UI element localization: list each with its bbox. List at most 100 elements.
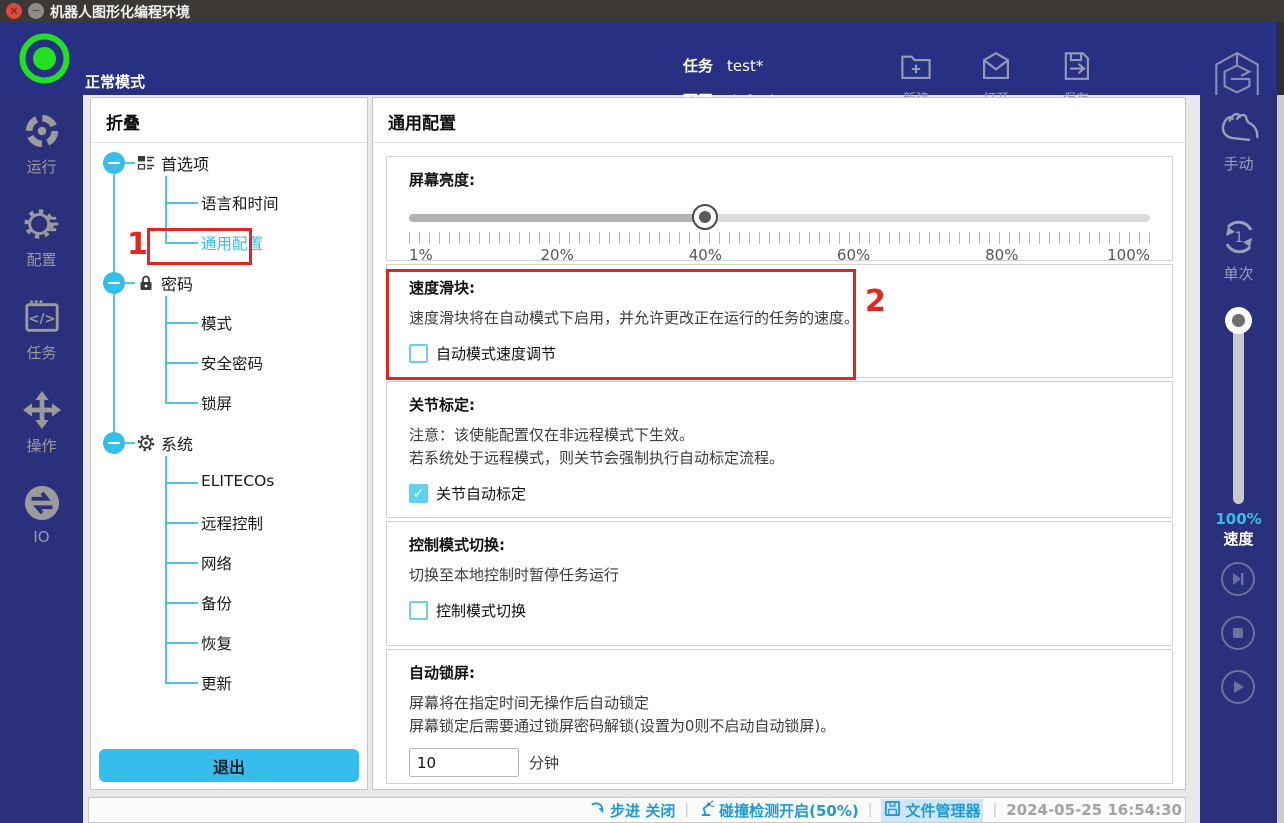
tree-group-0[interactable]: 首选项 bbox=[137, 151, 209, 175]
tree-group-1[interactable]: 密码 bbox=[137, 271, 193, 295]
tree-connector-line bbox=[125, 162, 135, 164]
stop-icon bbox=[1223, 633, 1253, 652]
lock-minutes-input[interactable] bbox=[409, 748, 519, 777]
minimize-icon[interactable]: − bbox=[28, 3, 44, 19]
sidebar-item-task[interactable]: </> 任务 bbox=[0, 298, 83, 368]
tree-item-恢复[interactable]: 恢复 bbox=[201, 632, 232, 654]
manual-mode-label: 手动 bbox=[1200, 153, 1277, 174]
speed-slider-track[interactable] bbox=[1233, 320, 1244, 504]
sidebar-item-label: 运行 bbox=[0, 156, 83, 177]
tree-item-远程控制[interactable]: 远程控制 bbox=[201, 512, 263, 534]
tree-connector-line bbox=[166, 202, 198, 204]
tree-connector-line bbox=[166, 242, 198, 244]
speed-percent: 100% bbox=[1200, 510, 1277, 528]
file-manager-icon bbox=[884, 800, 901, 821]
auto-lock-title: 自动锁屏: bbox=[409, 662, 1150, 683]
sidebar-item-io[interactable]: IO bbox=[0, 484, 83, 554]
joint-calibration-checkbox-row[interactable]: ✓ 关节自动标定 bbox=[409, 483, 1150, 504]
gear-icon bbox=[137, 434, 155, 452]
tree-connector-line bbox=[113, 163, 115, 443]
manual-mode-button[interactable]: 手动 bbox=[1200, 107, 1277, 174]
speed-slider-handle[interactable] bbox=[1225, 307, 1252, 334]
app-header: 正常模式 任务test* 配置default 新建打开保存 bbox=[0, 22, 1284, 95]
auto-lock-section: 自动锁屏: 屏幕将在指定时间无操作后自动锁定 屏幕锁定后需要通过锁屏密码解锁(设… bbox=[386, 649, 1173, 784]
separator: | bbox=[684, 802, 689, 818]
file-manager-button[interactable]: 文件管理器 bbox=[881, 799, 983, 822]
tick-label: 100% bbox=[1107, 246, 1150, 264]
auto-lock-desc1: 屏幕将在指定时间无操作后自动锁定 bbox=[409, 692, 1150, 715]
svg-text:1: 1 bbox=[1234, 230, 1243, 246]
tick-label: 80% bbox=[985, 246, 1018, 264]
brightness-track[interactable] bbox=[409, 214, 1150, 222]
stop-button[interactable] bbox=[1221, 616, 1255, 650]
general-config-panel: 通用配置 屏幕亮度: 1%20%40%60%80%100% 速度滑块: 速度滑块… bbox=[372, 97, 1186, 790]
control-mode-title: 控制模式切换: bbox=[409, 534, 1150, 555]
tree-item-安全密码[interactable]: 安全密码 bbox=[201, 352, 263, 374]
tick-label: 1% bbox=[409, 246, 433, 264]
svg-text:</>: </> bbox=[28, 312, 55, 327]
speed-slider-title: 速度滑块: bbox=[409, 277, 1150, 298]
tree-item-模式[interactable]: 模式 bbox=[201, 312, 232, 334]
tree-collapse-toggle[interactable] bbox=[103, 152, 125, 174]
tree-item-更新[interactable]: 更新 bbox=[201, 672, 232, 694]
file-manager-label: 文件管理器 bbox=[905, 800, 980, 821]
tree-connector-line bbox=[166, 402, 198, 404]
auto-speed-checkbox[interactable] bbox=[409, 344, 428, 363]
tree-item-ELITECOs[interactable]: ELITECOs bbox=[201, 472, 274, 490]
auto-lock-desc2: 屏幕锁定后需要通过锁屏密码解锁(设置为0则不启动自动锁屏)。 bbox=[409, 715, 1150, 738]
auto-speed-checkbox-label: 自动模式速度调节 bbox=[436, 343, 556, 364]
mode-label: 正常模式 bbox=[85, 71, 145, 92]
brightness-slider[interactable] bbox=[409, 204, 1150, 244]
step-mode-label: 步进 关闭 bbox=[610, 800, 675, 821]
open-file-icon bbox=[979, 68, 1013, 87]
left-sidebar: 运行配置</>任务操作IO 38EB bbox=[0, 95, 83, 823]
tree-collapse-toggle[interactable] bbox=[103, 272, 125, 294]
tree-group-label: 首选项 bbox=[161, 151, 209, 175]
tree-connector-line bbox=[166, 322, 198, 324]
sidebar-item-run[interactable]: 运行 bbox=[0, 112, 83, 182]
auto-speed-checkbox-row[interactable]: 自动模式速度调节 bbox=[409, 343, 1150, 364]
tree-connector-line bbox=[166, 602, 198, 604]
joint-calibration-checkbox[interactable]: ✓ bbox=[409, 484, 428, 503]
tree-collapse-toggle[interactable] bbox=[103, 432, 125, 454]
tree-item-语言和时间[interactable]: 语言和时间 bbox=[201, 192, 279, 214]
control-mode-checkbox-row[interactable]: 控制模式切换 bbox=[409, 600, 1150, 621]
divider bbox=[373, 142, 1185, 143]
sitemap-icon bbox=[137, 154, 155, 172]
exit-button[interactable]: 退出 bbox=[99, 749, 359, 782]
tree-connector-line bbox=[125, 282, 135, 284]
brightness-handle[interactable] bbox=[692, 204, 718, 230]
brightness-title: 屏幕亮度: bbox=[409, 169, 1150, 190]
tree-panel-title[interactable]: 折叠 bbox=[106, 109, 140, 134]
tree-item-锁屏[interactable]: 锁屏 bbox=[201, 392, 232, 414]
right-edge-strip bbox=[1277, 22, 1284, 95]
tree-group-label: 系统 bbox=[161, 431, 193, 455]
tree-item-网络[interactable]: 网络 bbox=[201, 552, 232, 574]
tree-group-2[interactable]: 系统 bbox=[137, 431, 193, 455]
sidebar-item-label: 任务 bbox=[0, 342, 83, 363]
play-button[interactable] bbox=[1221, 670, 1255, 704]
annotation-marker-1: 1 bbox=[127, 227, 148, 262]
sidebar-item-operate[interactable]: 操作 bbox=[0, 391, 83, 461]
joint-calibration-desc2: 若系统处于远程模式，则关节会强制执行自动标定流程。 bbox=[409, 447, 1150, 470]
step-mode-toggle[interactable]: 步进 关闭 bbox=[589, 800, 675, 821]
joint-calibration-title: 关节标定: bbox=[409, 394, 1150, 415]
joint-calibration-desc1: 注意：该使能配置仅在非远程模式下生效。 bbox=[409, 424, 1150, 447]
collision-detection-toggle[interactable]: 碰撞检测开启(50%) bbox=[698, 800, 859, 821]
tree-item-通用配置[interactable]: 通用配置 bbox=[201, 232, 263, 254]
run-icon bbox=[23, 135, 61, 154]
single-run-button[interactable]: 1 单次 bbox=[1200, 217, 1277, 284]
config-icon bbox=[23, 228, 61, 247]
sidebar-item-config[interactable]: 配置 bbox=[0, 205, 83, 275]
mode-indicator-icon bbox=[17, 31, 72, 86]
step-forward-button[interactable] bbox=[1221, 562, 1255, 596]
collision-detection-label: 碰撞检测开启(50%) bbox=[719, 800, 859, 821]
close-icon[interactable]: × bbox=[6, 3, 22, 19]
control-mode-checkbox[interactable] bbox=[409, 601, 428, 620]
right-scroll-strip[interactable] bbox=[1277, 95, 1284, 823]
sidebar-item-label: 操作 bbox=[0, 435, 83, 456]
right-sidebar: 手动 1 单次 100% 速度 bbox=[1200, 95, 1277, 823]
tick-label: 20% bbox=[541, 246, 574, 264]
brightness-ticks bbox=[409, 232, 1150, 244]
tree-item-备份[interactable]: 备份 bbox=[201, 592, 232, 614]
